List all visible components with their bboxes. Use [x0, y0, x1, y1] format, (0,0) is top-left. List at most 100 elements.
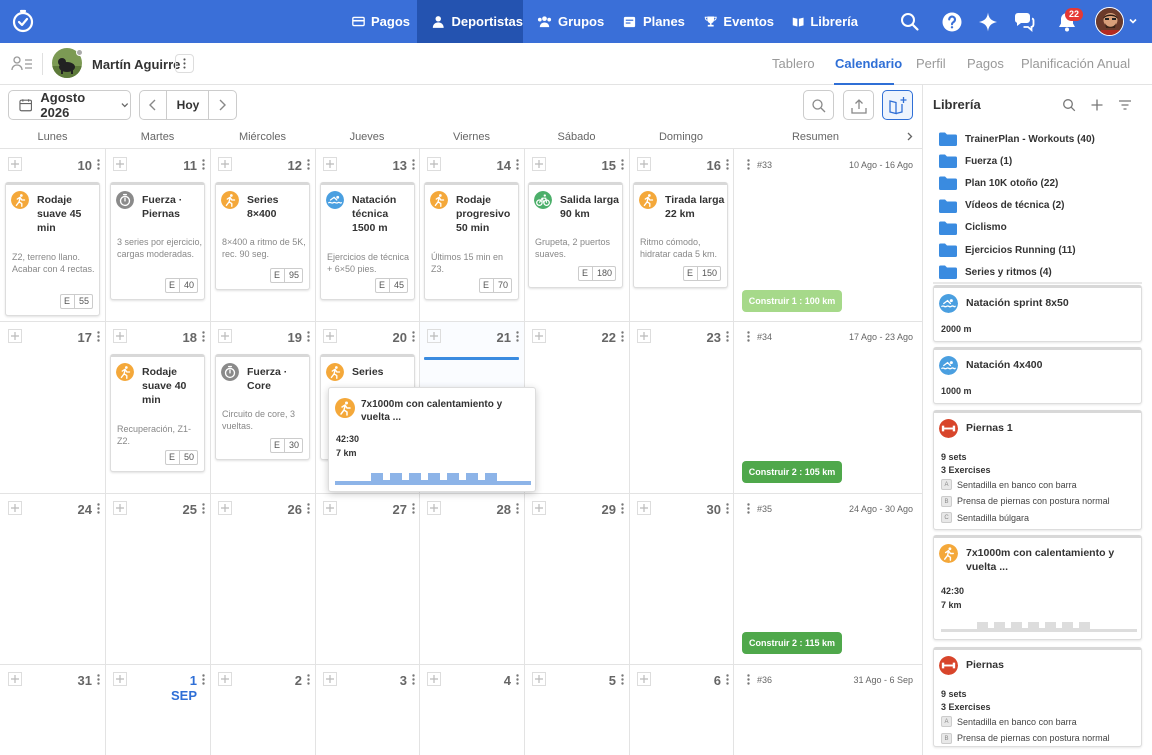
chevron-left-icon[interactable]: [146, 98, 160, 112]
workout-preview-popup[interactable]: 7x1000m con calentamiento y vuelta ... 4…: [328, 387, 536, 492]
add-workout-icon[interactable]: [113, 672, 127, 686]
nav-item-pagos[interactable]: Pagos: [352, 0, 410, 43]
add-workout-icon[interactable]: [218, 501, 232, 515]
more-vertical-icon[interactable]: [97, 331, 100, 342]
tab-pagos[interactable]: Pagos: [967, 56, 1004, 71]
library-folder[interactable]: Fuerza (1): [939, 154, 1012, 169]
add-workout-icon[interactable]: [218, 157, 232, 171]
sparkle-icon[interactable]: [976, 10, 1000, 34]
add-workout-icon[interactable]: [113, 329, 127, 343]
add-workout-icon[interactable]: [427, 157, 441, 171]
add-workout-icon[interactable]: [323, 672, 337, 686]
month-picker[interactable]: Agosto 2026: [8, 90, 131, 120]
more-vertical-icon[interactable]: [747, 331, 750, 342]
more-vertical-icon[interactable]: [412, 674, 415, 685]
library-folder[interactable]: Series y ritmos (4): [939, 265, 1052, 280]
more-vertical-icon[interactable]: [726, 159, 729, 170]
library-workout-card[interactable]: Natación 4x400 1000 m: [933, 347, 1142, 404]
library-toggle-button[interactable]: [882, 90, 913, 120]
more-vertical-icon[interactable]: [516, 331, 519, 342]
tab-perfil[interactable]: Perfil: [916, 56, 946, 71]
more-vertical-icon[interactable]: [307, 159, 310, 170]
filter-icon[interactable]: [1118, 98, 1132, 112]
add-workout-icon[interactable]: [637, 672, 651, 686]
more-vertical-icon[interactable]: [202, 331, 205, 342]
add-workout-icon[interactable]: [427, 501, 441, 515]
workout-card[interactable]: Rodaje suave 40 min Recuperación, Z1-Z2.…: [110, 354, 205, 472]
add-workout-icon[interactable]: [323, 501, 337, 515]
add-workout-icon[interactable]: [427, 672, 441, 686]
today-button[interactable]: Hoy: [170, 98, 206, 112]
add-workout-icon[interactable]: [113, 501, 127, 515]
more-vertical-icon[interactable]: [726, 331, 729, 342]
app-logo-icon[interactable]: [11, 9, 35, 33]
library-folder[interactable]: Ejercicios Running (11): [939, 243, 1076, 257]
library-folder[interactable]: TrainerPlan - Workouts (40): [939, 132, 1095, 146]
plus-icon[interactable]: [1090, 98, 1104, 112]
add-workout-icon[interactable]: [637, 329, 651, 343]
add-workout-icon[interactable]: [427, 329, 441, 343]
more-vertical-icon[interactable]: [97, 159, 100, 170]
workout-card[interactable]: Salida larga 90 km Grupeta, 2 puertos su…: [528, 182, 623, 288]
nav-item-grupos[interactable]: Grupos: [537, 0, 607, 43]
tab-tablero[interactable]: Tablero: [772, 56, 815, 71]
more-vertical-icon[interactable]: [747, 159, 750, 170]
more-vertical-icon[interactable]: [412, 503, 415, 514]
add-workout-icon[interactable]: [532, 672, 546, 686]
tab-planificacion-anual[interactable]: Planificación Anual: [1021, 56, 1130, 71]
add-workout-icon[interactable]: [8, 501, 22, 515]
athlete-list-icon[interactable]: [11, 55, 33, 73]
more-vertical-icon[interactable]: [412, 159, 415, 170]
workout-card[interactable]: Natación técnica 1500 m Ejercicios de té…: [320, 182, 415, 300]
more-vertical-icon[interactable]: [726, 503, 729, 514]
more-vertical-icon[interactable]: [307, 503, 310, 514]
more-vertical-icon[interactable]: [726, 674, 729, 685]
phase-badge[interactable]: Construir 2 : 105 km: [742, 461, 842, 483]
library-folder[interactable]: Plan 10K otoño (22): [939, 176, 1058, 191]
search-icon[interactable]: [898, 10, 922, 34]
add-workout-icon[interactable]: [323, 157, 337, 171]
more-vertical-icon[interactable]: [621, 674, 624, 685]
search-icon[interactable]: [1062, 98, 1076, 112]
workout-card[interactable]: Fuerza · Piernas 3 series por ejercicio,…: [110, 182, 205, 300]
more-vertical-icon[interactable]: [621, 331, 624, 342]
more-vertical-icon[interactable]: [307, 674, 310, 685]
more-vertical-icon[interactable]: [516, 503, 519, 514]
chat-icon[interactable]: [1012, 10, 1036, 34]
help-icon[interactable]: [940, 10, 964, 34]
chevron-down-icon[interactable]: [1128, 16, 1138, 26]
workout-card[interactable]: Tirada larga 22 km Ritmo cómodo, hidrata…: [633, 182, 728, 288]
library-folder[interactable]: Ciclismo: [939, 221, 1007, 235]
workout-card[interactable]: Rodaje suave 45 min Z2, terreno llano. A…: [5, 182, 100, 316]
phase-badge[interactable]: Construir 2 : 115 km: [742, 632, 842, 654]
add-workout-icon[interactable]: [637, 501, 651, 515]
more-vertical-icon[interactable]: [747, 503, 750, 514]
phase-badge[interactable]: Construir 1 : 100 km: [742, 290, 842, 312]
more-vertical-icon[interactable]: [202, 159, 205, 170]
nav-item-libreria[interactable]: Librería: [792, 0, 858, 43]
add-workout-icon[interactable]: [8, 672, 22, 686]
library-workout-card[interactable]: Natación sprint 8x50 2000 m: [933, 285, 1142, 342]
add-workout-icon[interactable]: [532, 501, 546, 515]
nav-item-planes[interactable]: Planes: [622, 0, 688, 43]
chevron-right-icon[interactable]: [215, 98, 229, 112]
workout-card[interactable]: Rodaje progresivo 50 min Últimos 15 min …: [424, 182, 519, 300]
add-workout-icon[interactable]: [532, 329, 546, 343]
add-workout-icon[interactable]: [637, 157, 651, 171]
more-vertical-icon[interactable]: [97, 674, 100, 685]
more-vertical-icon[interactable]: [202, 503, 205, 514]
library-workout-card[interactable]: 7x1000m con calentamiento y vuelta ... 42…: [933, 535, 1142, 640]
add-workout-icon[interactable]: [8, 329, 22, 343]
workout-card[interactable]: Fuerza · Core Circuito de core, 3 vuelta…: [215, 354, 310, 460]
more-vertical-icon[interactable]: [747, 674, 750, 685]
more-vertical-icon[interactable]: [516, 674, 519, 685]
add-workout-icon[interactable]: [8, 157, 22, 171]
add-workout-icon[interactable]: [113, 157, 127, 171]
more-vertical-icon[interactable]: [97, 503, 100, 514]
library-folder[interactable]: Vídeos de técnica (2): [939, 199, 1064, 213]
add-workout-icon[interactable]: [323, 329, 337, 343]
more-vertical-icon[interactable]: [516, 159, 519, 170]
more-vertical-icon[interactable]: [621, 503, 624, 514]
add-workout-icon[interactable]: [218, 329, 232, 343]
more-vertical-icon[interactable]: [202, 674, 205, 685]
